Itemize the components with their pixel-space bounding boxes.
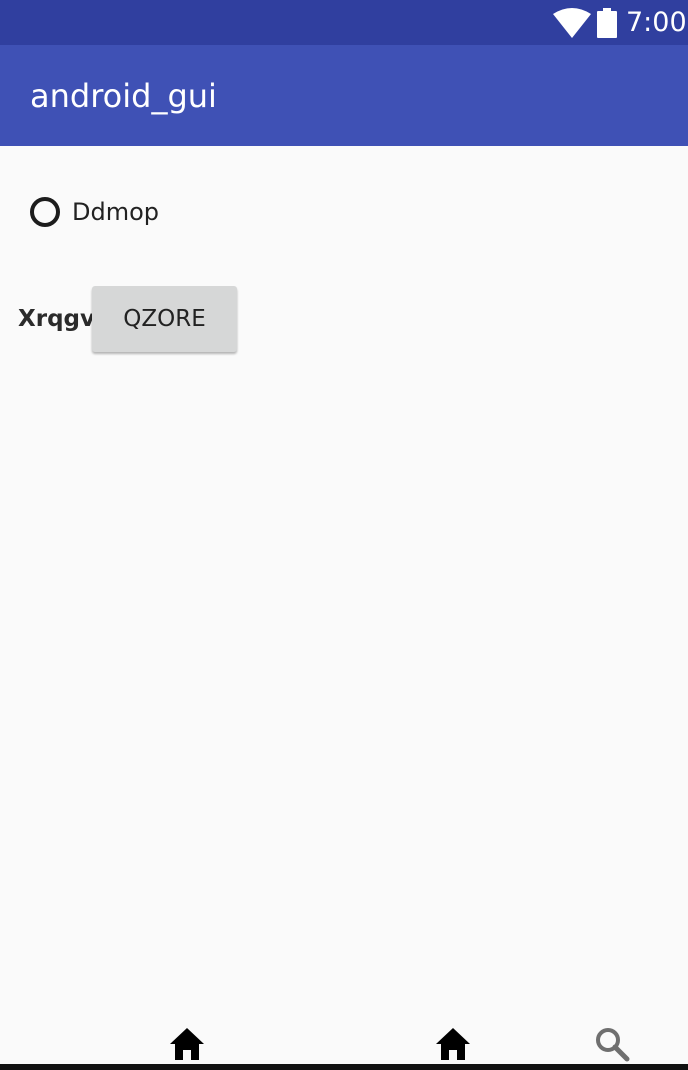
ddmop-radio-button[interactable]: Ddmop xyxy=(26,190,216,234)
qzore-button[interactable]: QZORE xyxy=(92,286,237,352)
home-icon[interactable] xyxy=(168,1026,206,1062)
wifi-icon xyxy=(553,8,591,38)
status-time: 7:00 xyxy=(626,7,687,38)
navigation-bar-edge xyxy=(0,1064,688,1070)
app-title: android_gui xyxy=(30,77,217,115)
battery-icon xyxy=(597,8,617,38)
radio-label: Ddmop xyxy=(72,198,160,226)
search-icon[interactable] xyxy=(594,1026,632,1062)
home-icon[interactable] xyxy=(434,1026,472,1062)
radio-circle-icon[interactable] xyxy=(30,197,60,227)
xrqgv-label: Xrqgv xyxy=(18,306,95,332)
status-bar: 7:00 xyxy=(0,0,688,45)
